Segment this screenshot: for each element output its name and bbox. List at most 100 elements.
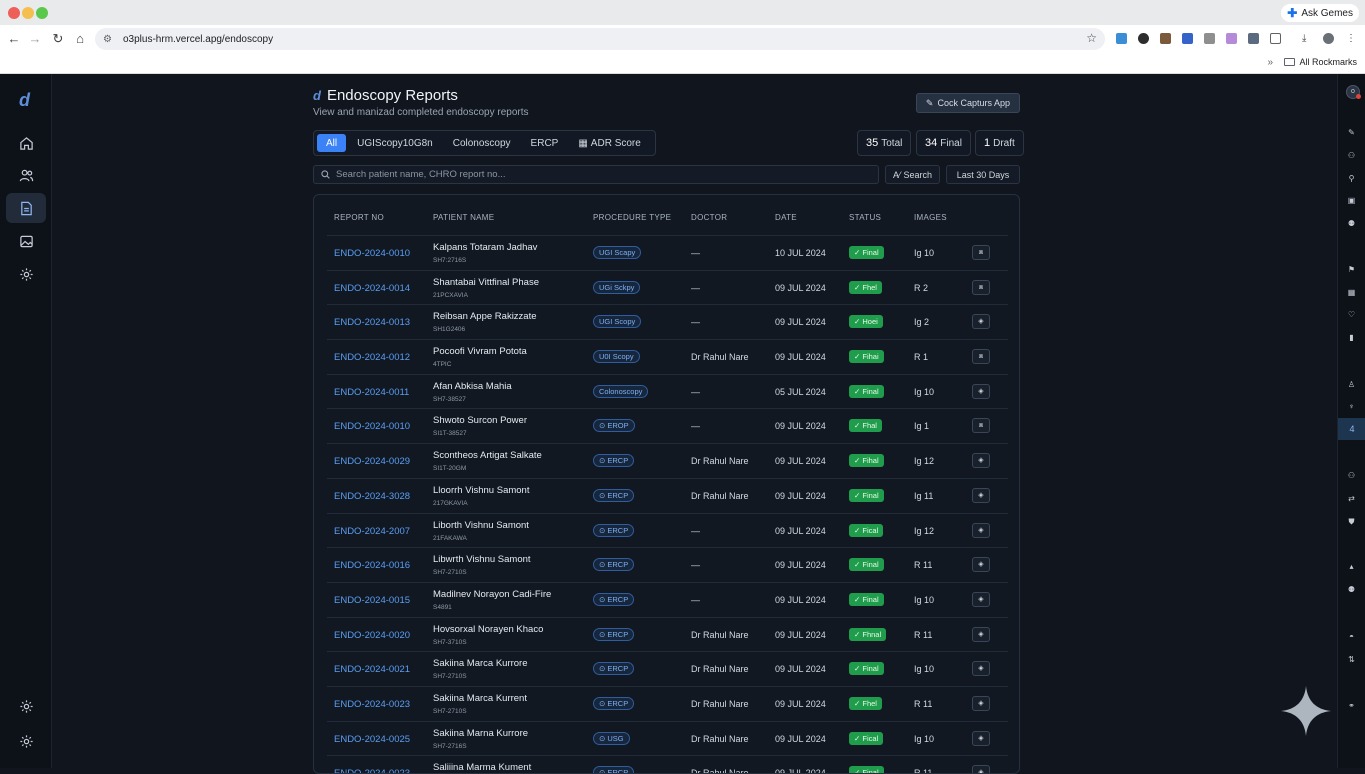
row-action-button[interactable]: ◈	[972, 591, 990, 607]
table-row[interactable]: ENDO-2024-0021 Sakiina Marca Kurrore SH7-2…	[327, 651, 1008, 686]
table-row[interactable]: ENDO-2024-0020 Hovsorxal Norayen Khaco SH7…	[327, 616, 1008, 652]
gemini-sparkle-icon[interactable]	[1281, 686, 1331, 736]
tool-active-item[interactable]: 4	[1338, 418, 1365, 440]
extension-5-icon[interactable]	[1204, 33, 1215, 44]
window-maximize-button[interactable]	[36, 7, 48, 19]
tab-all[interactable]: All	[317, 134, 347, 152]
report-number-link[interactable]: ENDO-2024-0020	[334, 630, 410, 641]
user-avatar[interactable]: o	[1346, 85, 1361, 99]
report-number-link[interactable]: ENDO-2024-0021	[334, 664, 410, 675]
browser-menu-icon[interactable]: ⋮	[1346, 33, 1357, 44]
table-row[interactable]: ENDO-2024-0013 Reibsan Appe Rakizzate SH1G…	[327, 304, 1008, 339]
row-action-button[interactable]: ⧈	[972, 349, 990, 365]
row-action-button[interactable]: ◈	[972, 730, 990, 746]
tool-lamp-icon[interactable]: ♆	[1347, 402, 1356, 411]
report-number-link[interactable]: ENDO-2024-0029	[334, 456, 410, 467]
capture-app-button[interactable]: ✎ Cock Capturs App	[915, 93, 1020, 113]
tool-account-icon[interactable]: ⚉	[1347, 585, 1356, 594]
row-action-button[interactable]: ⧈	[972, 418, 990, 434]
col-patient-name[interactable]: PATIENT NAME	[433, 213, 494, 222]
tool-shield-icon[interactable]: ⛊	[1347, 517, 1356, 526]
tool-shuffle-icon[interactable]: ⇄	[1347, 494, 1356, 503]
window-close-button[interactable]	[8, 7, 20, 19]
extension-1-icon[interactable]	[1116, 33, 1127, 44]
table-row[interactable]: ENDO-2024-0010 Kalpans Totaram Jadhav SH7:…	[327, 235, 1008, 270]
extensions-puzzle-icon[interactable]	[1270, 33, 1281, 44]
table-row[interactable]: ENDO-2024-0015 Madilnev Norayon Cadi-Fire…	[327, 581, 1008, 617]
extension-7-icon[interactable]	[1248, 33, 1259, 44]
table-row[interactable]: ENDO-2024-0023 Sakiina Marca Kurrent SH7-2…	[327, 685, 1008, 721]
nav-system-settings[interactable]	[6, 726, 46, 756]
download-icon[interactable]: ⤓	[1302, 33, 1313, 44]
tab-ugi-scopy[interactable]: UGIScopy10G8n	[348, 134, 442, 152]
row-action-button[interactable]: ◈	[972, 487, 990, 503]
report-number-link[interactable]: ENDO-2024-0025	[334, 734, 410, 745]
address-bar[interactable]: ⚙ o3plus-hrm.vercel.apg/endoscopy ☆	[95, 28, 1105, 50]
row-action-button[interactable]: ◈	[972, 314, 990, 330]
row-action-button[interactable]: ◈	[972, 557, 990, 573]
col-status[interactable]: STATUS	[849, 213, 881, 222]
report-number-link[interactable]: ENDO-2024-0014	[334, 283, 410, 294]
profile-avatar[interactable]	[1323, 33, 1334, 44]
report-number-link[interactable]: ENDO-2024-3028	[334, 491, 410, 502]
app-logo[interactable]: d	[19, 90, 30, 111]
nav-settings[interactable]	[6, 259, 46, 289]
report-number-link[interactable]: ENDO-2024-0012	[334, 352, 410, 363]
tool-camera-icon[interactable]: ▣	[1347, 196, 1356, 205]
tool-signal-icon[interactable]: ▴	[1347, 562, 1356, 571]
site-settings-icon[interactable]: ⚙	[103, 34, 115, 45]
extension-4-icon[interactable]	[1182, 33, 1193, 44]
forward-icon[interactable]: →	[27, 31, 43, 47]
all-bookmarks-button[interactable]: All Rockmarks	[1284, 57, 1357, 67]
report-number-link[interactable]: ENDO-2024-2007	[334, 526, 410, 537]
row-action-button[interactable]: ◈	[972, 661, 990, 677]
table-row[interactable]: ENDO-2024-0025 Sakiina Marna Kurrore SH7-2…	[327, 720, 1008, 756]
report-number-link[interactable]: ENDO-2024-0023	[334, 768, 410, 773]
row-action-button[interactable]: ◈	[972, 626, 990, 642]
tool-link-icon[interactable]: ⚭	[1347, 701, 1356, 710]
report-number-link[interactable]: ENDO-2024-0011	[334, 387, 409, 398]
col-doctor[interactable]: DOCTOR	[691, 213, 727, 222]
tab-colonoscopy[interactable]: Colonoscopy	[444, 134, 520, 152]
row-action-button[interactable]: ◈	[972, 522, 990, 538]
ask-gemini-button[interactable]: ✚ Ask Gemes	[1281, 4, 1359, 22]
extension-6-icon[interactable]	[1226, 33, 1237, 44]
col-date[interactable]: DATE	[775, 213, 797, 222]
tool-chart-icon[interactable]: ▮	[1347, 333, 1356, 342]
tab-adr-score[interactable]: ▦ ADR Score	[569, 134, 649, 152]
bookmark-star-icon[interactable]: ☆	[1086, 31, 1097, 45]
bookmarks-overflow-icon[interactable]: »	[1267, 57, 1273, 68]
table-row[interactable]: ENDO-2024-0029 Scontheos Artigat Salkate S…	[327, 443, 1008, 478]
search-button[interactable]: A⁄ Search	[885, 165, 940, 184]
col-images[interactable]: IMAGES	[914, 213, 947, 222]
tool-pin-icon[interactable]: ⚲	[1347, 174, 1356, 183]
reload-icon[interactable]: ↻	[50, 31, 66, 47]
nav-images[interactable]	[6, 226, 46, 256]
extension-2-icon[interactable]	[1138, 33, 1149, 44]
report-number-link[interactable]: ENDO-2024-0023	[334, 699, 410, 710]
back-icon[interactable]: ←	[6, 31, 22, 47]
report-number-link[interactable]: ENDO-2024-0016	[334, 560, 410, 571]
tool-team-icon[interactable]: ⚇	[1347, 471, 1356, 480]
row-action-button[interactable]: ⧈	[972, 245, 990, 260]
report-number-link[interactable]: ENDO-2024-0013	[334, 317, 410, 328]
row-action-button[interactable]: ⧈	[972, 279, 990, 295]
row-action-button[interactable]: ◈	[972, 453, 990, 469]
window-minimize-button[interactable]	[22, 7, 34, 19]
tool-flag-icon[interactable]: ⚑	[1347, 265, 1356, 274]
col-procedure-type[interactable]: PROCEDURE TYPE	[593, 213, 671, 222]
tool-grid-icon[interactable]: ▦	[1347, 288, 1356, 297]
tab-ercp[interactable]: ERCP	[522, 134, 568, 152]
table-row[interactable]: ENDO-2024-0023Saliiina Marma KumentSH7-2…	[327, 755, 1008, 773]
table-row[interactable]: ENDO-2024-0014 Shantabai Vittfinal Phase 2…	[327, 269, 1008, 305]
nav-patients[interactable]	[6, 160, 46, 190]
table-row[interactable]: ENDO-2024-2007 Liborth Vishnu Samont 21FAK…	[327, 512, 1008, 548]
nav-preferences[interactable]	[6, 691, 46, 721]
row-action-button[interactable]: ◈	[972, 383, 990, 399]
table-row[interactable]: ENDO-2024-0011 Afan Abkisa Mahia SH7-38527…	[327, 373, 1008, 409]
col-report-no[interactable]: REPORT NO	[334, 213, 384, 222]
report-number-link[interactable]: ENDO-2024-0015	[334, 595, 410, 606]
date-range-select[interactable]: Last 30 Days	[946, 165, 1020, 184]
table-row[interactable]: ENDO-2024-0010 Shwoto Surcon Power SI1T-38…	[327, 408, 1008, 443]
report-number-link[interactable]: ENDO-2024-0010	[334, 248, 410, 259]
